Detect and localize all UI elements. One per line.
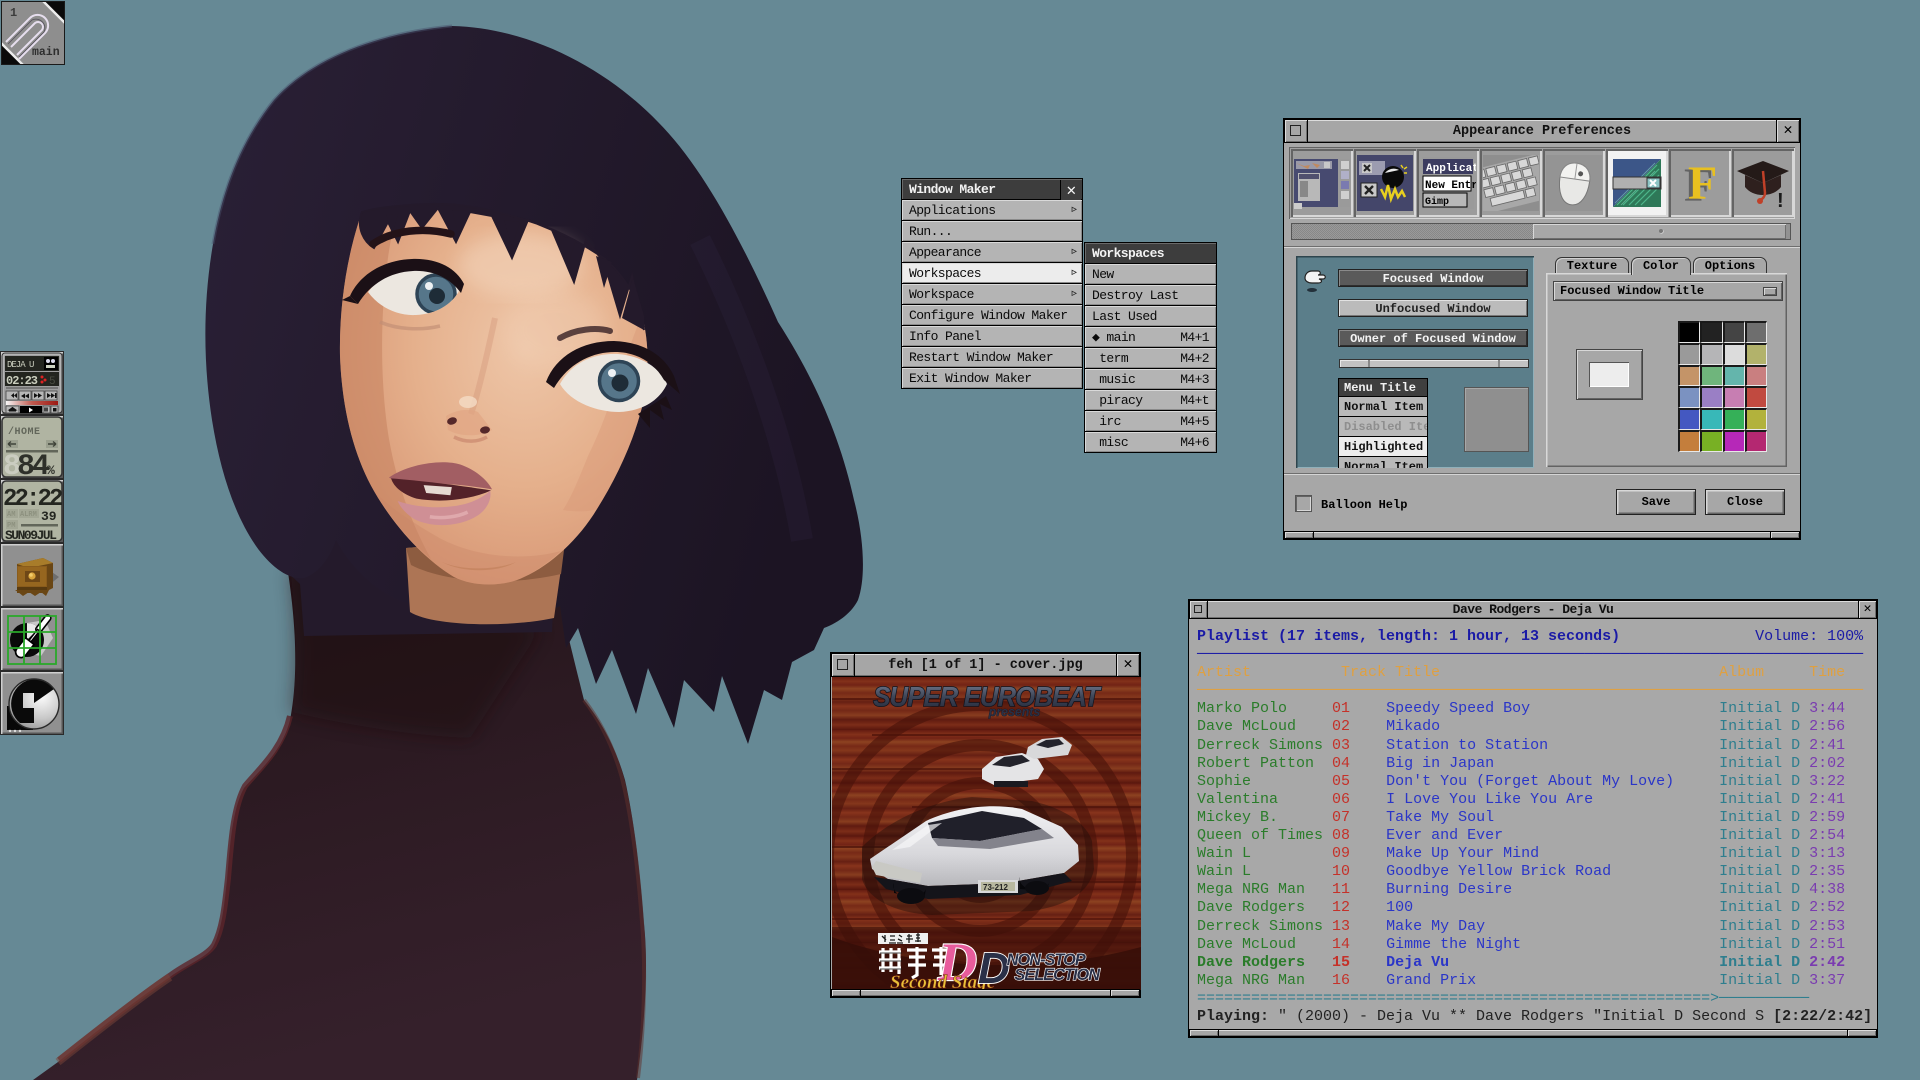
svg-text:84: 84 — [17, 450, 50, 478]
svg-text:DEJA U: DEJA U — [7, 360, 34, 370]
svg-text:%: % — [47, 463, 55, 478]
svg-text:1: 1 — [10, 6, 17, 20]
svg-text:SUN09JUL: SUN09JUL — [5, 528, 57, 542]
svg-text:main: main — [32, 46, 60, 59]
svg-text:SELECTION: SELECTION — [1014, 965, 1101, 984]
svg-text:5: 5 — [49, 376, 56, 388]
svg-text:39: 39 — [41, 509, 57, 524]
svg-text:F: F — [1688, 157, 1717, 210]
svg-text:Gimp: Gimp — [1425, 196, 1449, 208]
svg-text:02:23: 02:23 — [6, 374, 38, 388]
svg-text:New Entr: New Entr — [1425, 180, 1476, 192]
svg-text:AM: AM — [7, 511, 15, 519]
svg-text:SUPER EUROBEAT: SUPER EUROBEAT — [873, 681, 1102, 712]
svg-text:D: D — [978, 944, 1010, 990]
svg-text:Applicati: Applicati — [1426, 163, 1476, 175]
svg-text:73-212: 73-212 — [983, 883, 1008, 892]
svg-text:/HOME: /HOME — [8, 426, 41, 438]
svg-text:presents: presents — [988, 705, 1040, 719]
svg-text:!: ! — [1777, 190, 1784, 211]
svg-text:ALRM: ALRM — [20, 511, 37, 519]
